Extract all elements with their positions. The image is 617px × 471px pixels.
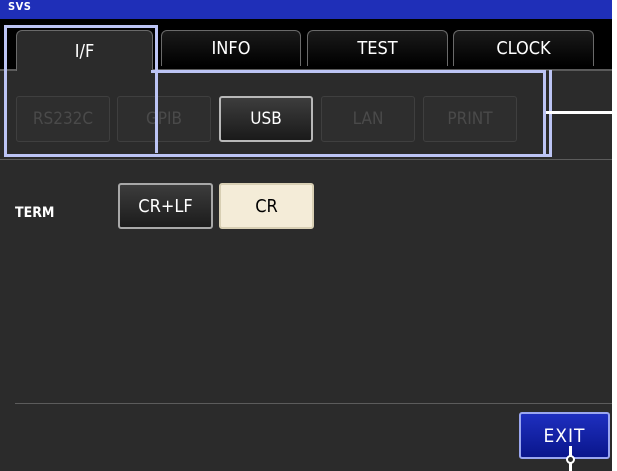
tab-label: I/F	[74, 40, 95, 62]
screen-title: SVS	[8, 0, 32, 13]
tab-label: TEST	[357, 38, 398, 59]
footer-divider	[15, 403, 612, 404]
interface-label: USB	[250, 109, 282, 129]
callout-marker	[566, 455, 575, 464]
interface-label: GPIB	[145, 109, 183, 129]
tab-if[interactable]: I/F	[16, 30, 153, 71]
term-option-label: CR	[255, 195, 278, 217]
interface-print-button[interactable]: PRINT	[423, 96, 517, 142]
tab-label: INFO	[211, 38, 251, 59]
interface-lan-button[interactable]: LAN	[321, 96, 415, 142]
tab-clock[interactable]: CLOCK	[453, 30, 594, 66]
interface-label: LAN	[352, 109, 384, 129]
interface-label: PRINT	[447, 109, 493, 129]
interface-gpib-button[interactable]: GPIB	[117, 96, 211, 142]
term-option-label: CR+LF	[138, 195, 193, 217]
term-cr-button[interactable]: CR	[219, 183, 314, 229]
interface-rs232c-button[interactable]: RS232C	[16, 96, 110, 142]
tab-test[interactable]: TEST	[307, 30, 448, 66]
exit-button[interactable]: EXIT	[519, 412, 610, 459]
term-crlf-button[interactable]: CR+LF	[118, 183, 213, 229]
interface-label: RS232C	[32, 109, 94, 129]
term-label: TERM	[15, 205, 55, 221]
screen: SVS I/F INFO TEST CLOCK RS232C GPIB USB …	[0, 0, 612, 471]
interface-usb-button[interactable]: USB	[219, 96, 313, 142]
section-divider	[0, 159, 612, 160]
tab-info[interactable]: INFO	[161, 30, 301, 66]
title-bar: SVS	[0, 0, 612, 19]
tab-label: CLOCK	[496, 38, 551, 59]
callout-line	[546, 111, 612, 114]
exit-label: EXIT	[543, 424, 586, 447]
